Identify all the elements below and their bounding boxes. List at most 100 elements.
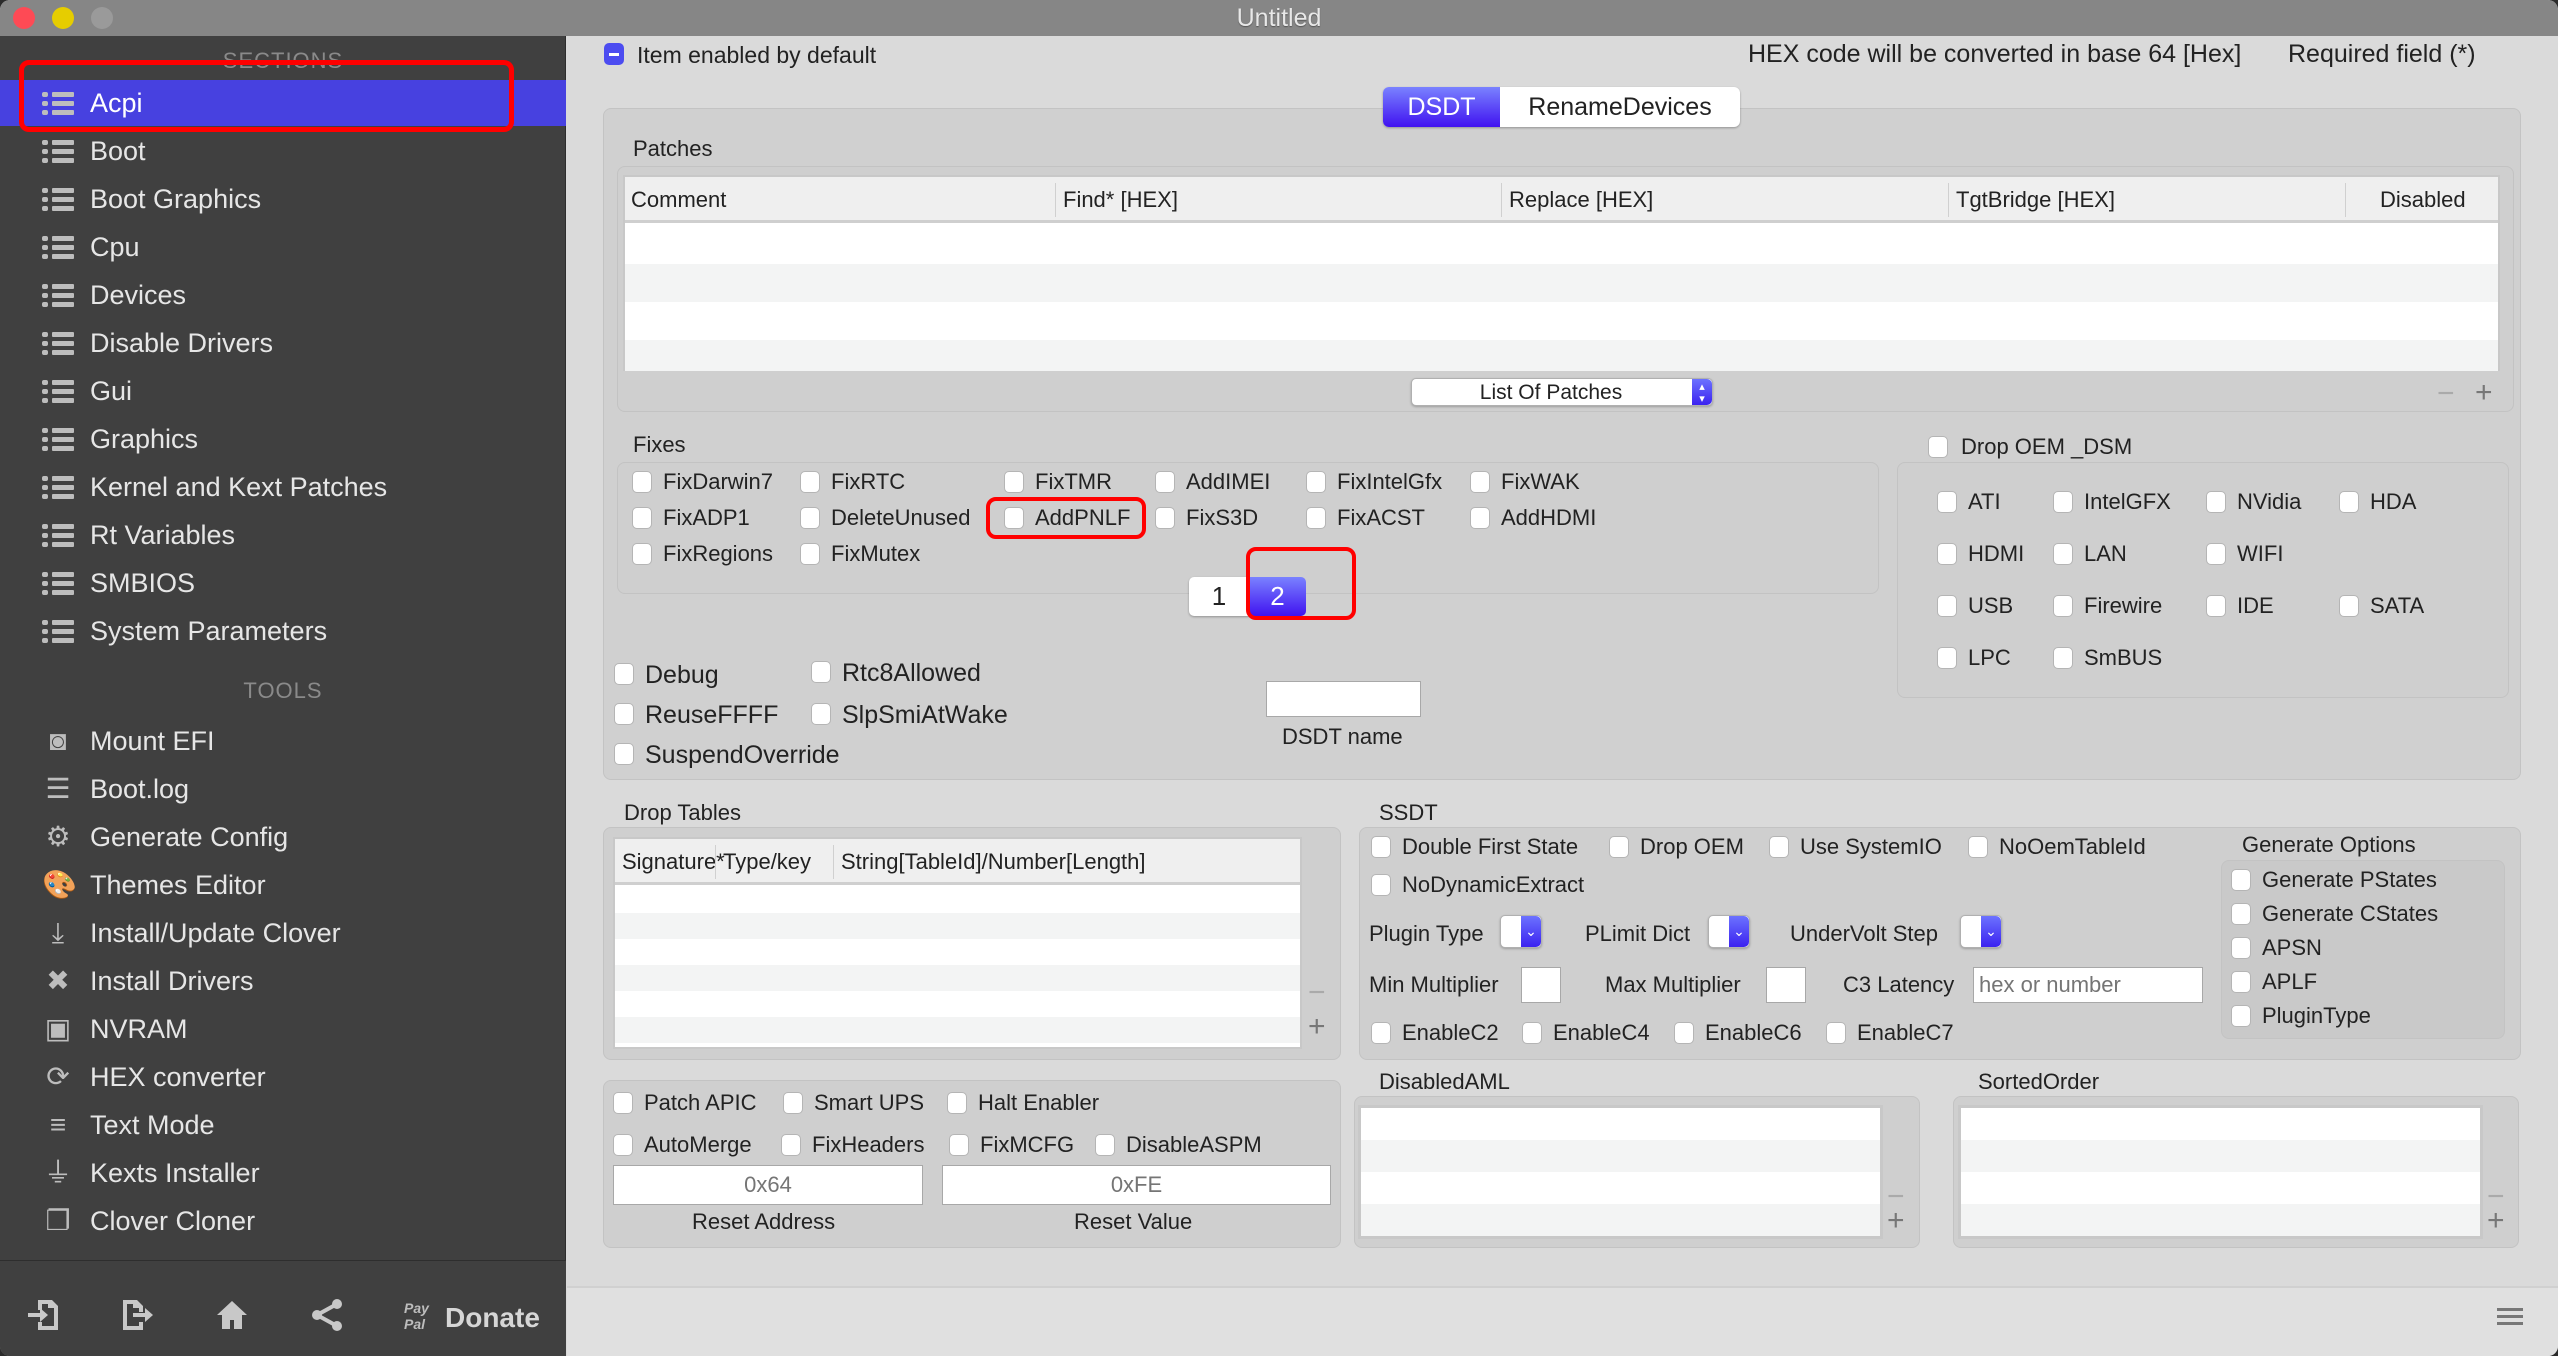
donate-button[interactable]: Donate <box>445 1302 540 1334</box>
list-item[interactable] <box>1361 1204 1880 1236</box>
fix-deleteunused-checkbox[interactable] <box>800 507 820 529</box>
tool-item-nvram[interactable]: ▣ NVRAM <box>0 1006 566 1052</box>
ssdt-enablec7-checkbox[interactable] <box>1826 1022 1846 1044</box>
home-icon[interactable] <box>214 1298 250 1332</box>
share-icon[interactable] <box>309 1298 345 1332</box>
misc-automerge-checkbox[interactable] <box>613 1134 633 1156</box>
tool-item-themes-editor[interactable]: 🎨 Themes Editor <box>0 862 566 908</box>
table-row[interactable] <box>615 913 1300 939</box>
column-type-key[interactable]: Type/key <box>723 849 811 875</box>
fix-fixrtc-checkbox[interactable] <box>800 471 820 493</box>
tool-item-install-update-clover[interactable]: ⤓ Install/Update Clover <box>0 910 566 956</box>
sidebar-item-boot-graphics[interactable]: Boot Graphics <box>0 176 566 222</box>
gen-generate-pstates-checkbox[interactable] <box>2231 869 2251 891</box>
c3-latency-input[interactable] <box>1973 967 2203 1003</box>
fix-addhdmi-checkbox[interactable] <box>1470 507 1490 529</box>
option-reuseffff-checkbox[interactable] <box>614 703 634 725</box>
dsm-lpc-checkbox[interactable] <box>1937 647 1957 669</box>
list-item[interactable] <box>1361 1108 1880 1140</box>
item-enabled-checkbox[interactable] <box>604 43 624 65</box>
list-item[interactable] <box>1961 1140 2480 1172</box>
table-row[interactable] <box>625 226 2498 264</box>
option-suspendoverride-checkbox[interactable] <box>614 743 634 765</box>
tool-item-text-mode[interactable]: ≡ Text Mode <box>0 1102 566 1148</box>
export-icon[interactable] <box>120 1298 156 1332</box>
dsm-sata-checkbox[interactable] <box>2339 595 2359 617</box>
fixes-page-1[interactable]: 1 <box>1189 577 1249 616</box>
dsdt-name-input[interactable] <box>1266 681 1421 717</box>
list-of-patches-select[interactable]: List Of Patches ▴ ▾ <box>1411 378 1713 406</box>
sidebar-item-gui[interactable]: Gui <box>0 368 566 414</box>
column-string-number[interactable]: String[TableId]/Number[Length] <box>841 849 1146 875</box>
min-multiplier-input[interactable] <box>1521 967 1561 1003</box>
table-row[interactable] <box>625 340 2498 371</box>
fix-fixwak-checkbox[interactable] <box>1470 471 1490 493</box>
table-row[interactable] <box>615 965 1300 991</box>
ssdt-double-first-state-checkbox[interactable] <box>1371 836 1391 858</box>
sidebar-item-cpu[interactable]: Cpu <box>0 224 566 270</box>
tool-item-install-drivers[interactable]: ✖ Install Drivers <box>0 958 566 1004</box>
dsm-ide-checkbox[interactable] <box>2206 595 2226 617</box>
table-row[interactable] <box>615 887 1300 913</box>
table-row[interactable] <box>625 264 2498 302</box>
dsm-hdmi-checkbox[interactable] <box>1937 543 1957 565</box>
menu-icon[interactable] <box>2497 1308 2523 1330</box>
gen-plugintype-checkbox[interactable] <box>2231 1005 2251 1027</box>
remove-patch-button[interactable]: − <box>2437 379 2455 409</box>
add-patch-button[interactable]: + <box>2475 378 2493 408</box>
table-row[interactable] <box>615 1017 1300 1043</box>
ssdt-drop-oem-checkbox[interactable] <box>1609 836 1629 858</box>
ssdt-enablec2-checkbox[interactable] <box>1371 1022 1391 1044</box>
reset-address-input[interactable] <box>613 1165 923 1205</box>
fix-fixadp1-checkbox[interactable] <box>632 507 652 529</box>
sidebar-item-smbios[interactable]: SMBIOS <box>0 560 566 606</box>
dsm-intelgfx-checkbox[interactable] <box>2053 491 2073 513</box>
column-signature[interactable]: Signature* <box>622 849 725 875</box>
undervolt-step-select[interactable]: ⌄ <box>1960 915 2002 948</box>
remove-drop-table-button[interactable]: − <box>1308 978 1326 1008</box>
list-item[interactable] <box>1361 1140 1880 1172</box>
tool-item-hex-converter[interactable]: ⟳ HEX converter <box>0 1054 566 1100</box>
misc-disableaspm-checkbox[interactable] <box>1095 1134 1115 1156</box>
dsm-wifi-checkbox[interactable] <box>2206 543 2226 565</box>
plugin-type-select[interactable]: ⌄ <box>1500 915 1542 948</box>
sidebar-item-system-parameters[interactable]: System Parameters <box>0 608 566 654</box>
table-row[interactable] <box>625 302 2498 340</box>
misc-fixmcfg-checkbox[interactable] <box>949 1134 969 1156</box>
fix-fixdarwin7-checkbox[interactable] <box>632 471 652 493</box>
fix-fixmutex-checkbox[interactable] <box>800 543 820 565</box>
fix-fixacst-checkbox[interactable] <box>1306 507 1326 529</box>
gen-apsn-checkbox[interactable] <box>2231 937 2251 959</box>
add-sorted-order-button[interactable]: + <box>2487 1206 2505 1236</box>
tool-item-boot-log[interactable]: ☰ Boot.log <box>0 766 566 812</box>
dsm-firewire-checkbox[interactable] <box>2053 595 2073 617</box>
table-row[interactable] <box>615 939 1300 965</box>
ssdt-enablec4-checkbox[interactable] <box>1522 1022 1542 1044</box>
misc-fixheaders-checkbox[interactable] <box>781 1134 801 1156</box>
dsm-hda-checkbox[interactable] <box>2339 491 2359 513</box>
dsm-ati-checkbox[interactable] <box>1937 491 1957 513</box>
fix-fixregions-checkbox[interactable] <box>632 543 652 565</box>
list-item[interactable] <box>1961 1172 2480 1204</box>
sidebar-item-graphics[interactable]: Graphics <box>0 416 566 462</box>
list-item[interactable] <box>1961 1108 2480 1140</box>
tab-rename-devices[interactable]: RenameDevices <box>1500 87 1740 127</box>
sidebar-item-kernel-and-kext-patches[interactable]: Kernel and Kext Patches <box>0 464 566 510</box>
fix-fixs3d-checkbox[interactable] <box>1155 507 1175 529</box>
dsm-usb-checkbox[interactable] <box>1937 595 1957 617</box>
ssdt-nodynamicextract-checkbox[interactable] <box>1371 874 1391 896</box>
tool-item-mount-efi[interactable]: ◙ Mount EFI <box>0 718 566 764</box>
tool-item-kexts-installer[interactable]: ⏚ Kexts Installer <box>0 1150 566 1196</box>
tool-item-generate-config[interactable]: ⚙ Generate Config <box>0 814 566 860</box>
column-replace[interactable]: Replace [HEX] <box>1509 187 1653 213</box>
ssdt-use-systemio-checkbox[interactable] <box>1769 836 1789 858</box>
option-slpsmiatwake-checkbox[interactable] <box>811 703 831 725</box>
column-disabled[interactable]: Disabled <box>2380 187 2466 213</box>
add-disabled-aml-button[interactable]: + <box>1887 1206 1905 1236</box>
fix-addimei-checkbox[interactable] <box>1155 471 1175 493</box>
drop-oem-dsm-checkbox[interactable] <box>1928 436 1948 458</box>
option-debug-checkbox[interactable] <box>614 663 634 685</box>
add-drop-table-button[interactable]: + <box>1308 1012 1326 1042</box>
gen-generate-cstates-checkbox[interactable] <box>2231 903 2251 925</box>
gen-aplf-checkbox[interactable] <box>2231 971 2251 993</box>
